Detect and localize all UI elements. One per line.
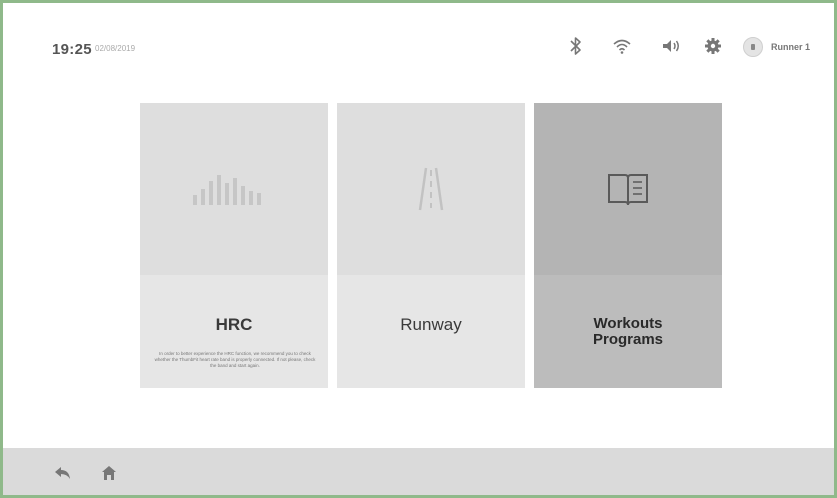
bottom-nav-bar <box>3 448 834 495</box>
book-icon <box>608 174 648 206</box>
runway-card-title: Runway <box>400 315 462 334</box>
hrc-card-image <box>140 103 328 275</box>
mode-card-list: HRC In order to better experience the HR… <box>140 103 722 388</box>
clock-time: 19:25 <box>52 41 92 58</box>
user-name: Runner 1 <box>771 42 811 52</box>
hrc-card-description: In order to better experience the HRC fu… <box>154 351 316 368</box>
volume-icon[interactable] <box>658 33 684 59</box>
settings-icon[interactable] <box>700 33 726 59</box>
workouts-card-title-line2: Programs <box>592 331 664 348</box>
workouts-programs-card[interactable]: Workouts Programs <box>534 103 722 388</box>
clock-date: 02/08/2019 <box>95 44 136 53</box>
workouts-card-title: Workouts Programs <box>534 316 722 348</box>
status-bar: 19:25 02/08/2019 Runner 1 <box>3 3 834 93</box>
wifi-icon[interactable] <box>609 33 635 59</box>
workouts-card-title-line1: Workouts <box>593 315 663 332</box>
equalizer-bars-icon <box>193 175 261 205</box>
app-window: 19:25 02/08/2019 Runner 1 HRC In order t… <box>0 0 837 498</box>
road-icon <box>418 167 444 211</box>
workouts-card-image <box>534 103 722 275</box>
home-icon[interactable] <box>98 462 120 484</box>
hrc-card-title: HRC <box>215 315 253 334</box>
hrc-card[interactable]: HRC In order to better experience the HR… <box>140 103 328 388</box>
runway-card[interactable]: Runway <box>337 103 525 388</box>
runway-card-image <box>337 103 525 275</box>
user-profile[interactable]: Runner 1 <box>743 36 810 58</box>
user-avatar-icon <box>743 37 763 57</box>
bluetooth-icon[interactable] <box>563 33 589 59</box>
back-icon[interactable] <box>52 462 74 484</box>
